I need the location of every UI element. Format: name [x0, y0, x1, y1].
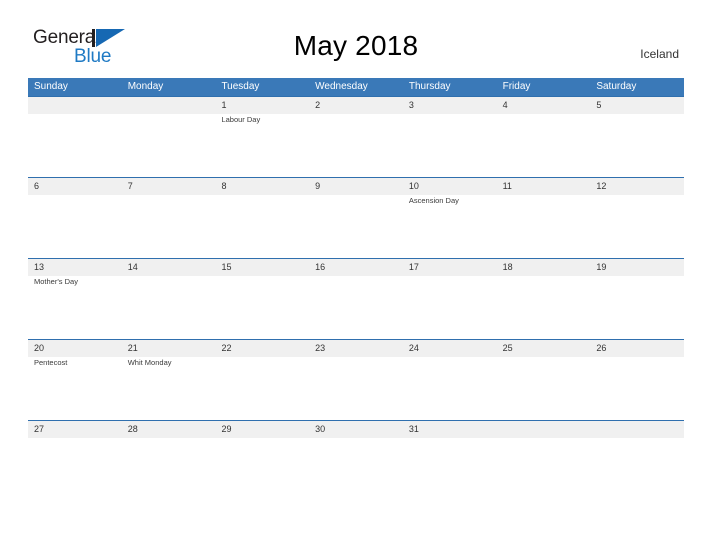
country-label: Iceland — [640, 47, 679, 61]
day-number: 15 — [221, 262, 232, 272]
day-number: 2 — [315, 100, 321, 110]
weekday-header-wednesday: Wednesday — [315, 81, 368, 92]
day-cell[interactable]: 12 — [590, 178, 684, 258]
day-number: 14 — [127, 262, 138, 272]
day-cell[interactable]: 27 — [28, 421, 122, 501]
day-number: 26 — [596, 343, 607, 353]
week-body: 20 Pentecost 21 Whit Monday 22 23 24 25 … — [28, 340, 684, 420]
week-row: 27 28 29 30 31 — [28, 420, 684, 501]
day-cell[interactable]: 28 — [122, 421, 216, 501]
calendar-grid: Sunday Monday Tuesday Wednesday Thursday… — [28, 78, 684, 501]
day-cell[interactable]: 15 — [215, 259, 309, 339]
day-cell[interactable]: 2 — [309, 97, 403, 177]
page-title: May 2018 — [293, 30, 419, 61]
day-event: Whit Monday — [127, 358, 172, 367]
week-row: 6 7 8 9 10 Ascension Day 11 12 — [28, 177, 684, 258]
day-cell[interactable]: 26 — [590, 340, 684, 420]
page-header: General Blue May 2018 Iceland — [0, 0, 712, 66]
day-number: 31 — [408, 424, 419, 434]
day-number: 11 — [502, 181, 512, 191]
day-number: 20 — [34, 343, 45, 353]
day-number: 21 — [127, 343, 138, 353]
day-number: 16 — [315, 262, 326, 272]
day-cell[interactable]: 14 — [122, 259, 216, 339]
day-number: 19 — [596, 262, 607, 272]
day-number: 28 — [127, 424, 138, 434]
day-cell[interactable]: 20 Pentecost — [28, 340, 122, 420]
day-number: 9 — [315, 181, 321, 191]
day-cell[interactable]: 9 — [309, 178, 403, 258]
day-number: 3 — [408, 100, 414, 110]
day-cell[interactable]: 18 — [497, 259, 591, 339]
weekday-header-friday: Friday — [502, 81, 531, 92]
day-number: 6 — [34, 181, 40, 191]
day-number: 7 — [127, 181, 133, 191]
week-body: 6 7 8 9 10 Ascension Day 11 12 — [28, 178, 684, 258]
day-cell[interactable]: 24 — [403, 340, 497, 420]
weekday-header-saturday: Saturday — [596, 81, 637, 92]
day-number: 22 — [221, 343, 232, 353]
day-cell[interactable]: 11 — [497, 178, 591, 258]
day-number: 13 — [34, 262, 45, 272]
day-cell[interactable]: 4 — [497, 97, 591, 177]
day-cell[interactable]: 23 — [309, 340, 403, 420]
day-number: 12 — [596, 181, 607, 191]
day-number: 24 — [408, 343, 419, 353]
day-cell[interactable] — [122, 97, 216, 177]
day-cell[interactable]: 31 — [403, 421, 497, 501]
weekday-header-monday: Monday — [127, 81, 164, 92]
day-number: 29 — [221, 424, 232, 434]
day-number: 4 — [502, 100, 508, 110]
day-number: 23 — [315, 343, 326, 353]
day-event: Labour Day — [221, 115, 261, 124]
calendar-page: General Blue May 2018 Iceland Sunday Mon… — [0, 0, 712, 550]
day-cell[interactable]: 13 Mother's Day — [28, 259, 122, 339]
day-cell[interactable]: 10 Ascension Day — [403, 178, 497, 258]
day-cell[interactable]: 16 — [309, 259, 403, 339]
day-cell[interactable]: 7 — [122, 178, 216, 258]
weekday-header-thursday: Thursday — [408, 81, 451, 92]
day-cell[interactable] — [497, 421, 591, 501]
day-event: Ascension Day — [408, 196, 459, 205]
day-cell[interactable]: 1 Labour Day — [215, 97, 309, 177]
day-number: 27 — [34, 424, 45, 434]
week-body: 27 28 29 30 31 — [28, 421, 684, 501]
weekday-header-row: Sunday Monday Tuesday Wednesday Thursday… — [28, 78, 684, 96]
day-cell[interactable]: 5 — [590, 97, 684, 177]
week-row: 13 Mother's Day 14 15 16 17 18 19 — [28, 258, 684, 339]
day-number: 8 — [221, 181, 227, 191]
day-number: 10 — [408, 181, 419, 191]
day-cell[interactable]: 8 — [215, 178, 309, 258]
week-row: 1 Labour Day 2 3 4 5 — [28, 96, 684, 177]
day-event: Pentecost — [34, 358, 68, 367]
day-cell[interactable]: 3 — [403, 97, 497, 177]
day-event: Mother's Day — [34, 277, 78, 286]
day-number: 25 — [502, 343, 513, 353]
day-cell[interactable]: 21 Whit Monday — [122, 340, 216, 420]
day-cell[interactable]: 30 — [309, 421, 403, 501]
day-number: 1 — [221, 100, 227, 110]
day-number: 18 — [502, 262, 513, 272]
day-number: 5 — [596, 100, 602, 110]
week-row: 20 Pentecost 21 Whit Monday 22 23 24 25 … — [28, 339, 684, 420]
day-cell[interactable]: 22 — [215, 340, 309, 420]
day-number: 17 — [408, 262, 419, 272]
weekday-header-tuesday: Tuesday — [221, 81, 260, 92]
day-cell[interactable]: 17 — [403, 259, 497, 339]
weekday-header-sunday: Sunday — [34, 81, 68, 92]
day-cell[interactable] — [28, 97, 122, 177]
week-body: 1 Labour Day 2 3 4 5 — [28, 97, 684, 177]
day-cell[interactable] — [590, 421, 684, 501]
day-cell[interactable]: 25 — [497, 340, 591, 420]
week-body: 13 Mother's Day 14 15 16 17 18 19 — [28, 259, 684, 339]
day-cell[interactable]: 29 — [215, 421, 309, 501]
day-number: 30 — [315, 424, 326, 434]
day-cell[interactable]: 19 — [590, 259, 684, 339]
day-cell[interactable]: 6 — [28, 178, 122, 258]
